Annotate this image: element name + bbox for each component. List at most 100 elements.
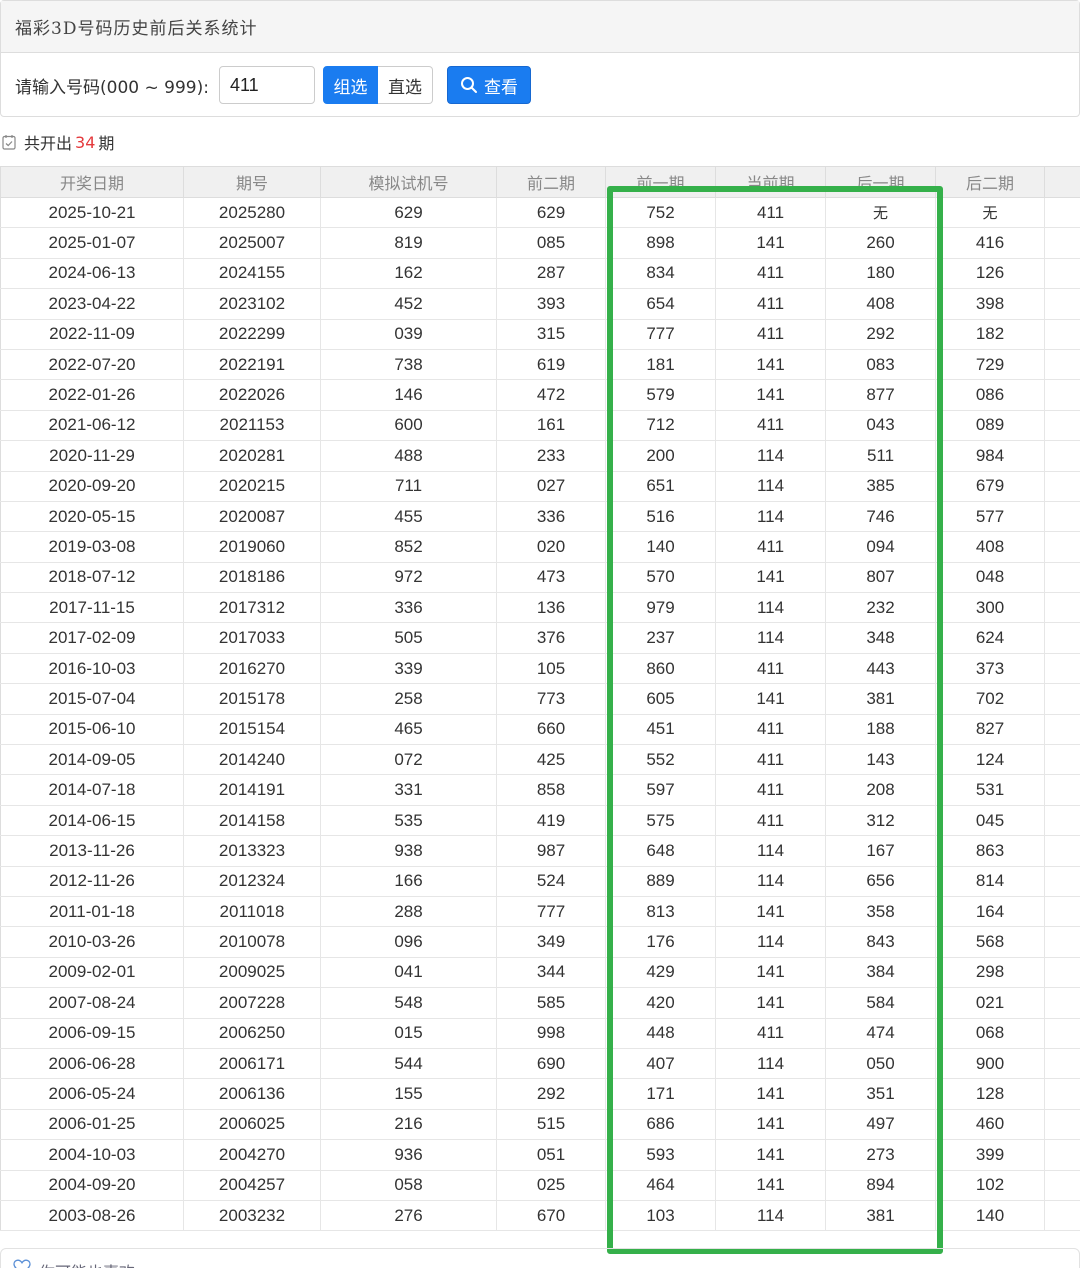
column-header: 后二期: [935, 166, 1045, 198]
panel-title: 福彩3D号码历史前后关系统计: [1, 1, 1079, 53]
table-cell: 166: [320, 866, 497, 897]
table-row: 2004-10-03 2004270 936 051 593 141 273 399: [0, 1139, 1080, 1171]
table-cell: 577: [935, 501, 1045, 533]
table-cell: 460: [935, 1109, 1045, 1141]
table-row: 2020-11-29 2020281 488 233 200 114 511 984: [0, 440, 1080, 472]
table-cell: 425: [496, 744, 606, 776]
table-cell: 889: [605, 866, 716, 897]
recommend-card: 你可能也喜欢: [0, 1248, 1080, 1268]
table-cell-extra: [1044, 1109, 1080, 1141]
table-cell-extra: [1044, 714, 1080, 746]
table-cell: 068: [935, 1018, 1045, 1049]
table-cell: 686: [605, 1109, 716, 1141]
summary-prefix: 共开出: [24, 134, 73, 153]
table-row: 2009-02-01 2009025 041 344 429 141 384 298: [0, 957, 1080, 989]
table-cell: 2018-07-12: [0, 562, 184, 594]
table-cell: 085: [496, 227, 606, 259]
table-cell: 660: [496, 714, 606, 746]
table-cell: 852: [320, 531, 497, 563]
table-cell: 336: [496, 501, 606, 533]
table-cell: 407: [605, 1048, 716, 1080]
table-row: 2006-01-25 2006025 216 515 686 141 497 460: [0, 1109, 1080, 1141]
table-cell: 039: [320, 319, 497, 350]
table-cell: 384: [825, 957, 936, 989]
table-row: 2014-06-15 2014158 535 419 575 411 312 045: [0, 805, 1080, 837]
table-cell: 651: [605, 471, 716, 502]
table-cell: 807: [825, 562, 936, 594]
table-cell: 102: [935, 1170, 1045, 1201]
table-cell: 312: [825, 805, 936, 837]
table-cell: 777: [605, 319, 716, 350]
table-cell: 2022-11-09: [0, 319, 184, 350]
table-cell: 2025-10-21: [0, 197, 184, 229]
table-cell: 2025280: [183, 197, 321, 229]
table-cell: 114: [715, 592, 826, 624]
table-cell: 2010078: [183, 926, 321, 958]
table-cell: 411: [715, 410, 826, 442]
table-cell: 无: [935, 197, 1045, 229]
table-row: 2021-06-12 2021153 600 161 712 411 043 089: [0, 410, 1080, 442]
table-cell: 216: [320, 1109, 497, 1141]
table-row: 2022-01-26 2022026 146 472 579 141 877 086: [0, 379, 1080, 411]
number-input[interactable]: [218, 66, 315, 104]
table-cell: 258: [320, 683, 497, 715]
table-cell: 544: [320, 1048, 497, 1080]
table-cell: 136: [496, 592, 606, 624]
table-cell: 2022-07-20: [0, 349, 184, 381]
table-cell: 497: [825, 1109, 936, 1141]
table-cell: 2014158: [183, 805, 321, 837]
table-cell: 083: [825, 349, 936, 381]
table-cell: 712: [605, 410, 716, 442]
table-row: 2006-09-15 2006250 015 998 448 411 474 068: [0, 1018, 1080, 1049]
table-cell: 605: [605, 683, 716, 715]
table-cell: 448: [605, 1018, 716, 1049]
group-select-button[interactable]: 组选: [322, 66, 378, 104]
table-cell: 232: [825, 592, 936, 624]
table-cell: 711: [320, 471, 497, 502]
table-cell: 260: [825, 227, 936, 259]
column-header: 后一期: [825, 166, 936, 198]
table-cell: 451: [605, 714, 716, 746]
table-cell: 2022026: [183, 379, 321, 411]
table-row: 2020-09-20 2020215 711 027 651 114 385 679: [0, 471, 1080, 502]
table-cell: 516: [605, 501, 716, 533]
view-button[interactable]: 查看: [446, 66, 531, 104]
table-cell: 2014-07-18: [0, 774, 184, 806]
table-row: 2013-11-26 2013323 938 987 648 114 167 863: [0, 835, 1080, 867]
table-cell: 2020-11-29: [0, 440, 184, 472]
table-cell: 2003232: [183, 1200, 321, 1232]
table-cell: 141: [715, 349, 826, 381]
table-cell: 089: [935, 410, 1045, 442]
table-cell: 568: [935, 926, 1045, 958]
table-cell: 114: [715, 471, 826, 502]
table-cell: 987: [496, 835, 606, 867]
table-cell: 385: [825, 471, 936, 502]
table-cell: 171: [605, 1078, 716, 1110]
table-cell: 474: [825, 1018, 936, 1049]
table-cell: 2014-06-15: [0, 805, 184, 837]
table-cell: 531: [935, 774, 1045, 806]
table-cell: 2009-02-01: [0, 957, 184, 989]
table-cell: 2023102: [183, 288, 321, 320]
direct-select-button[interactable]: 直选: [377, 66, 433, 104]
table-cell: 288: [320, 896, 497, 928]
table-cell: 936: [320, 1139, 497, 1171]
table-row: 2016-10-03 2016270 339 105 860 411 443 373: [0, 653, 1080, 685]
column-header: 模拟试机号: [320, 166, 497, 198]
table-row: 2015-07-04 2015178 258 773 605 141 381 702: [0, 683, 1080, 715]
table-cell-extra: [1044, 653, 1080, 685]
table-cell: 408: [825, 288, 936, 320]
table-cell-extra: [1044, 319, 1080, 350]
number-input-label: 请输入号码(000 ~ 999):: [15, 77, 209, 98]
table-cell: 114: [715, 622, 826, 654]
table-cell: 2022-01-26: [0, 379, 184, 411]
table-cell: 515: [496, 1109, 606, 1141]
table-cell: 2006-01-25: [0, 1109, 184, 1141]
table-cell: 336: [320, 592, 497, 624]
table-cell: 331: [320, 774, 497, 806]
table-cell: 863: [935, 835, 1045, 867]
table-cell: 2012-11-26: [0, 866, 184, 897]
table-cell-extra: [1044, 957, 1080, 989]
table-header-row: 开奖日期 期号 模拟试机号 前二期 前一期 当前期 后一期 后二期: [0, 166, 1080, 198]
table-cell-extra: [1044, 227, 1080, 259]
